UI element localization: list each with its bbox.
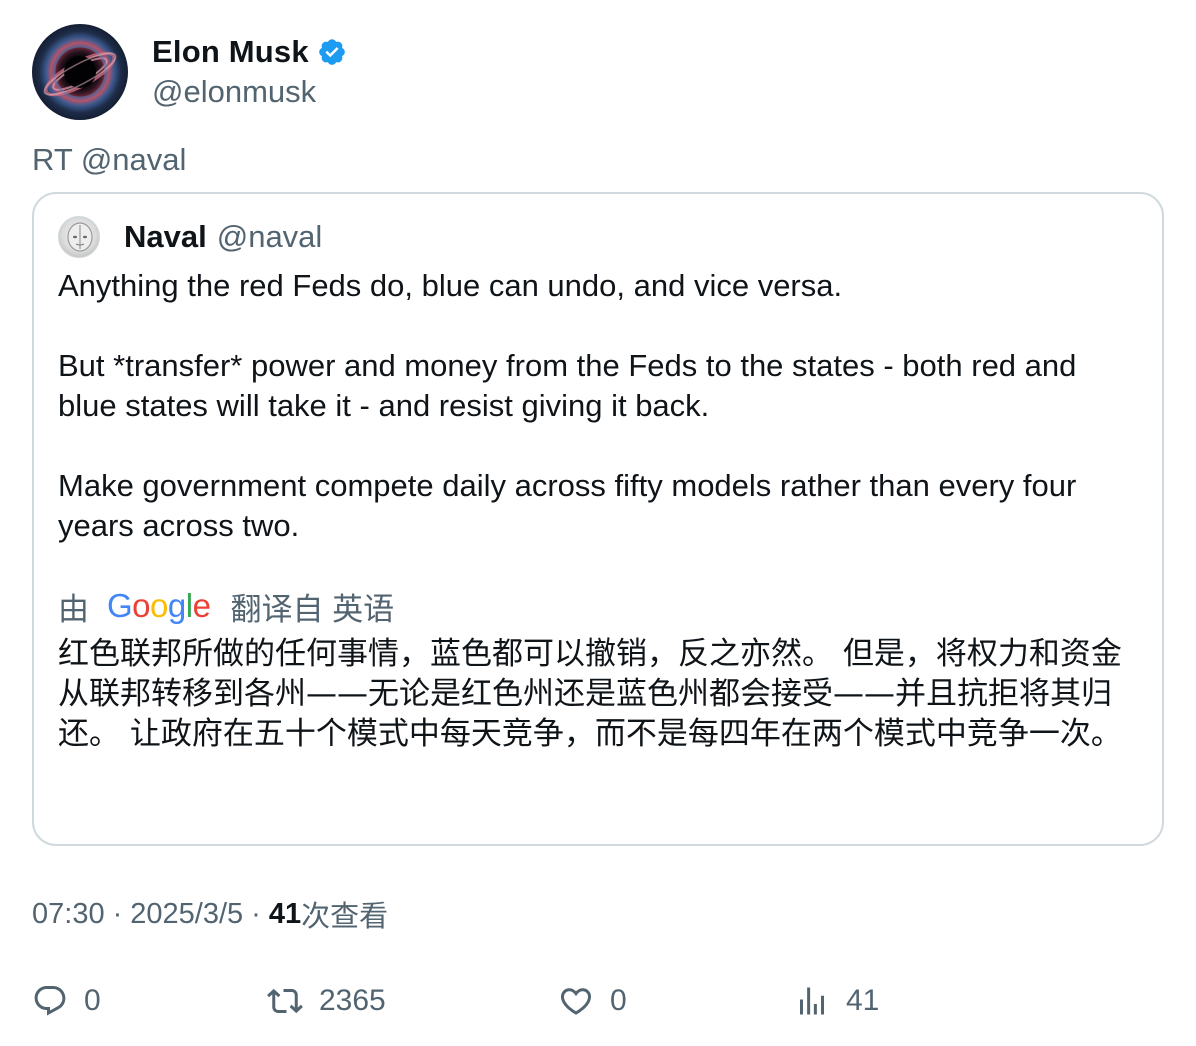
translate-suffix: 翻译自 英语	[230, 591, 395, 627]
meta-separator: ·	[112, 897, 123, 930]
views-chart-icon	[800, 987, 824, 1015]
action-bar: 0 2365 0 41	[32, 978, 1164, 1024]
quote-paragraph: Anything the red Feds do, blue can undo,…	[58, 268, 843, 303]
quote-paragraph: But *transfer* power and money from the …	[58, 348, 1077, 423]
retweet-count: 2365	[319, 984, 386, 1017]
quote-card[interactable]: Naval @naval Anything the red Feds do, b…	[32, 192, 1164, 846]
tweet-date[interactable]: 2025/3/5	[130, 898, 243, 931]
views-action-count: 41	[846, 984, 880, 1017]
translated-text: 红色联邦所做的任何事情，蓝色都可以撤销，反之亦然。 但是，将权力和资金从联邦转移…	[58, 636, 1122, 752]
retweet-icon	[267, 988, 303, 1014]
tweet-time[interactable]: 07:30	[32, 898, 105, 931]
verified-badge-icon	[317, 37, 347, 67]
heart-icon	[560, 988, 592, 1015]
quote-handle[interactable]: @naval	[217, 219, 323, 255]
views-button[interactable]: 41	[794, 978, 879, 1024]
views-count: 41	[268, 897, 302, 930]
author-display-name[interactable]: Elon Musk	[152, 34, 309, 70]
google-logo: Google	[107, 587, 211, 624]
naval-avatar-icon	[67, 222, 93, 252]
retweet-text: RT @naval	[32, 142, 187, 177]
author-avatar[interactable]	[32, 24, 128, 120]
reply-count: 0	[84, 984, 101, 1017]
black-hole-avatar-icon	[43, 44, 117, 100]
author-handle[interactable]: @elonmusk	[152, 74, 347, 110]
translate-attribution[interactable]: 由 Google 翻译自 英语	[58, 584, 394, 628]
quote-display-name[interactable]: Naval	[124, 219, 207, 255]
translate-prefix: 由	[58, 591, 89, 627]
tweet-meta: 07:30 · 2025/3/5 · 41 次查看	[32, 893, 388, 935]
quote-paragraph: Make government compete daily across fif…	[58, 468, 1077, 543]
quote-body: Anything the red Feds do, blue can undo,…	[58, 266, 1138, 546]
like-count: 0	[610, 984, 627, 1017]
retweet-button[interactable]: 2365	[267, 978, 386, 1024]
meta-separator: ·	[251, 897, 261, 930]
like-button[interactable]: 0	[558, 978, 627, 1024]
reply-button[interactable]: 0	[32, 978, 101, 1024]
quote-header: Naval @naval	[58, 216, 322, 258]
quote-avatar[interactable]	[58, 216, 100, 258]
tweet-header: Elon Musk @elonmusk	[32, 24, 347, 120]
views-label: 次查看	[301, 901, 389, 933]
reply-icon	[34, 986, 66, 1016]
